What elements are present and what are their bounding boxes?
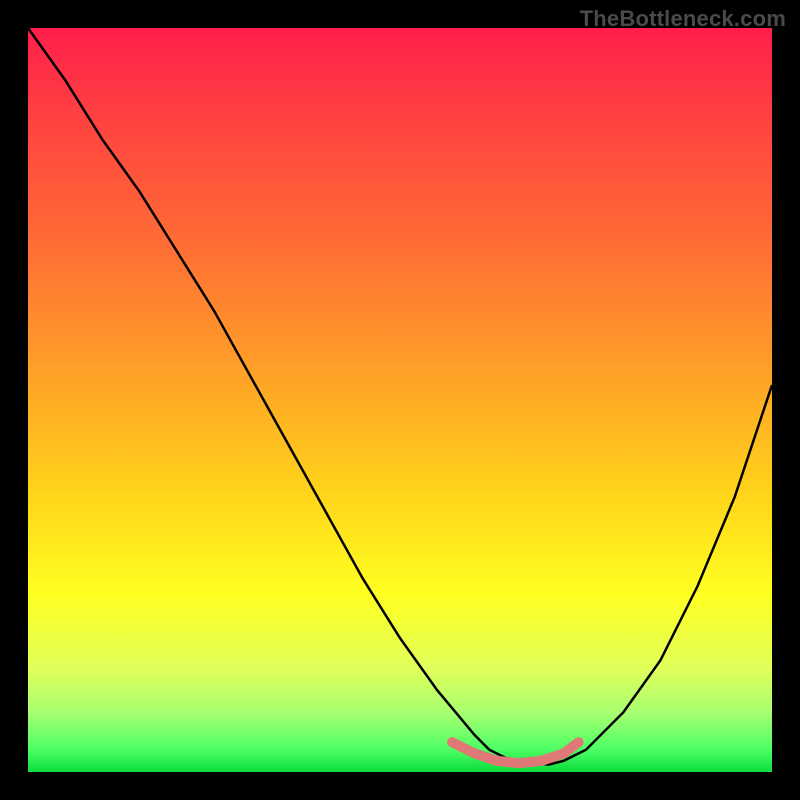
plot-area: [28, 28, 772, 772]
chart-svg: [28, 28, 772, 772]
watermark-text: TheBottleneck.com: [580, 6, 786, 32]
bottleneck-curve: [28, 28, 772, 765]
confidence-band: [452, 742, 578, 763]
chart-frame: TheBottleneck.com: [0, 0, 800, 800]
